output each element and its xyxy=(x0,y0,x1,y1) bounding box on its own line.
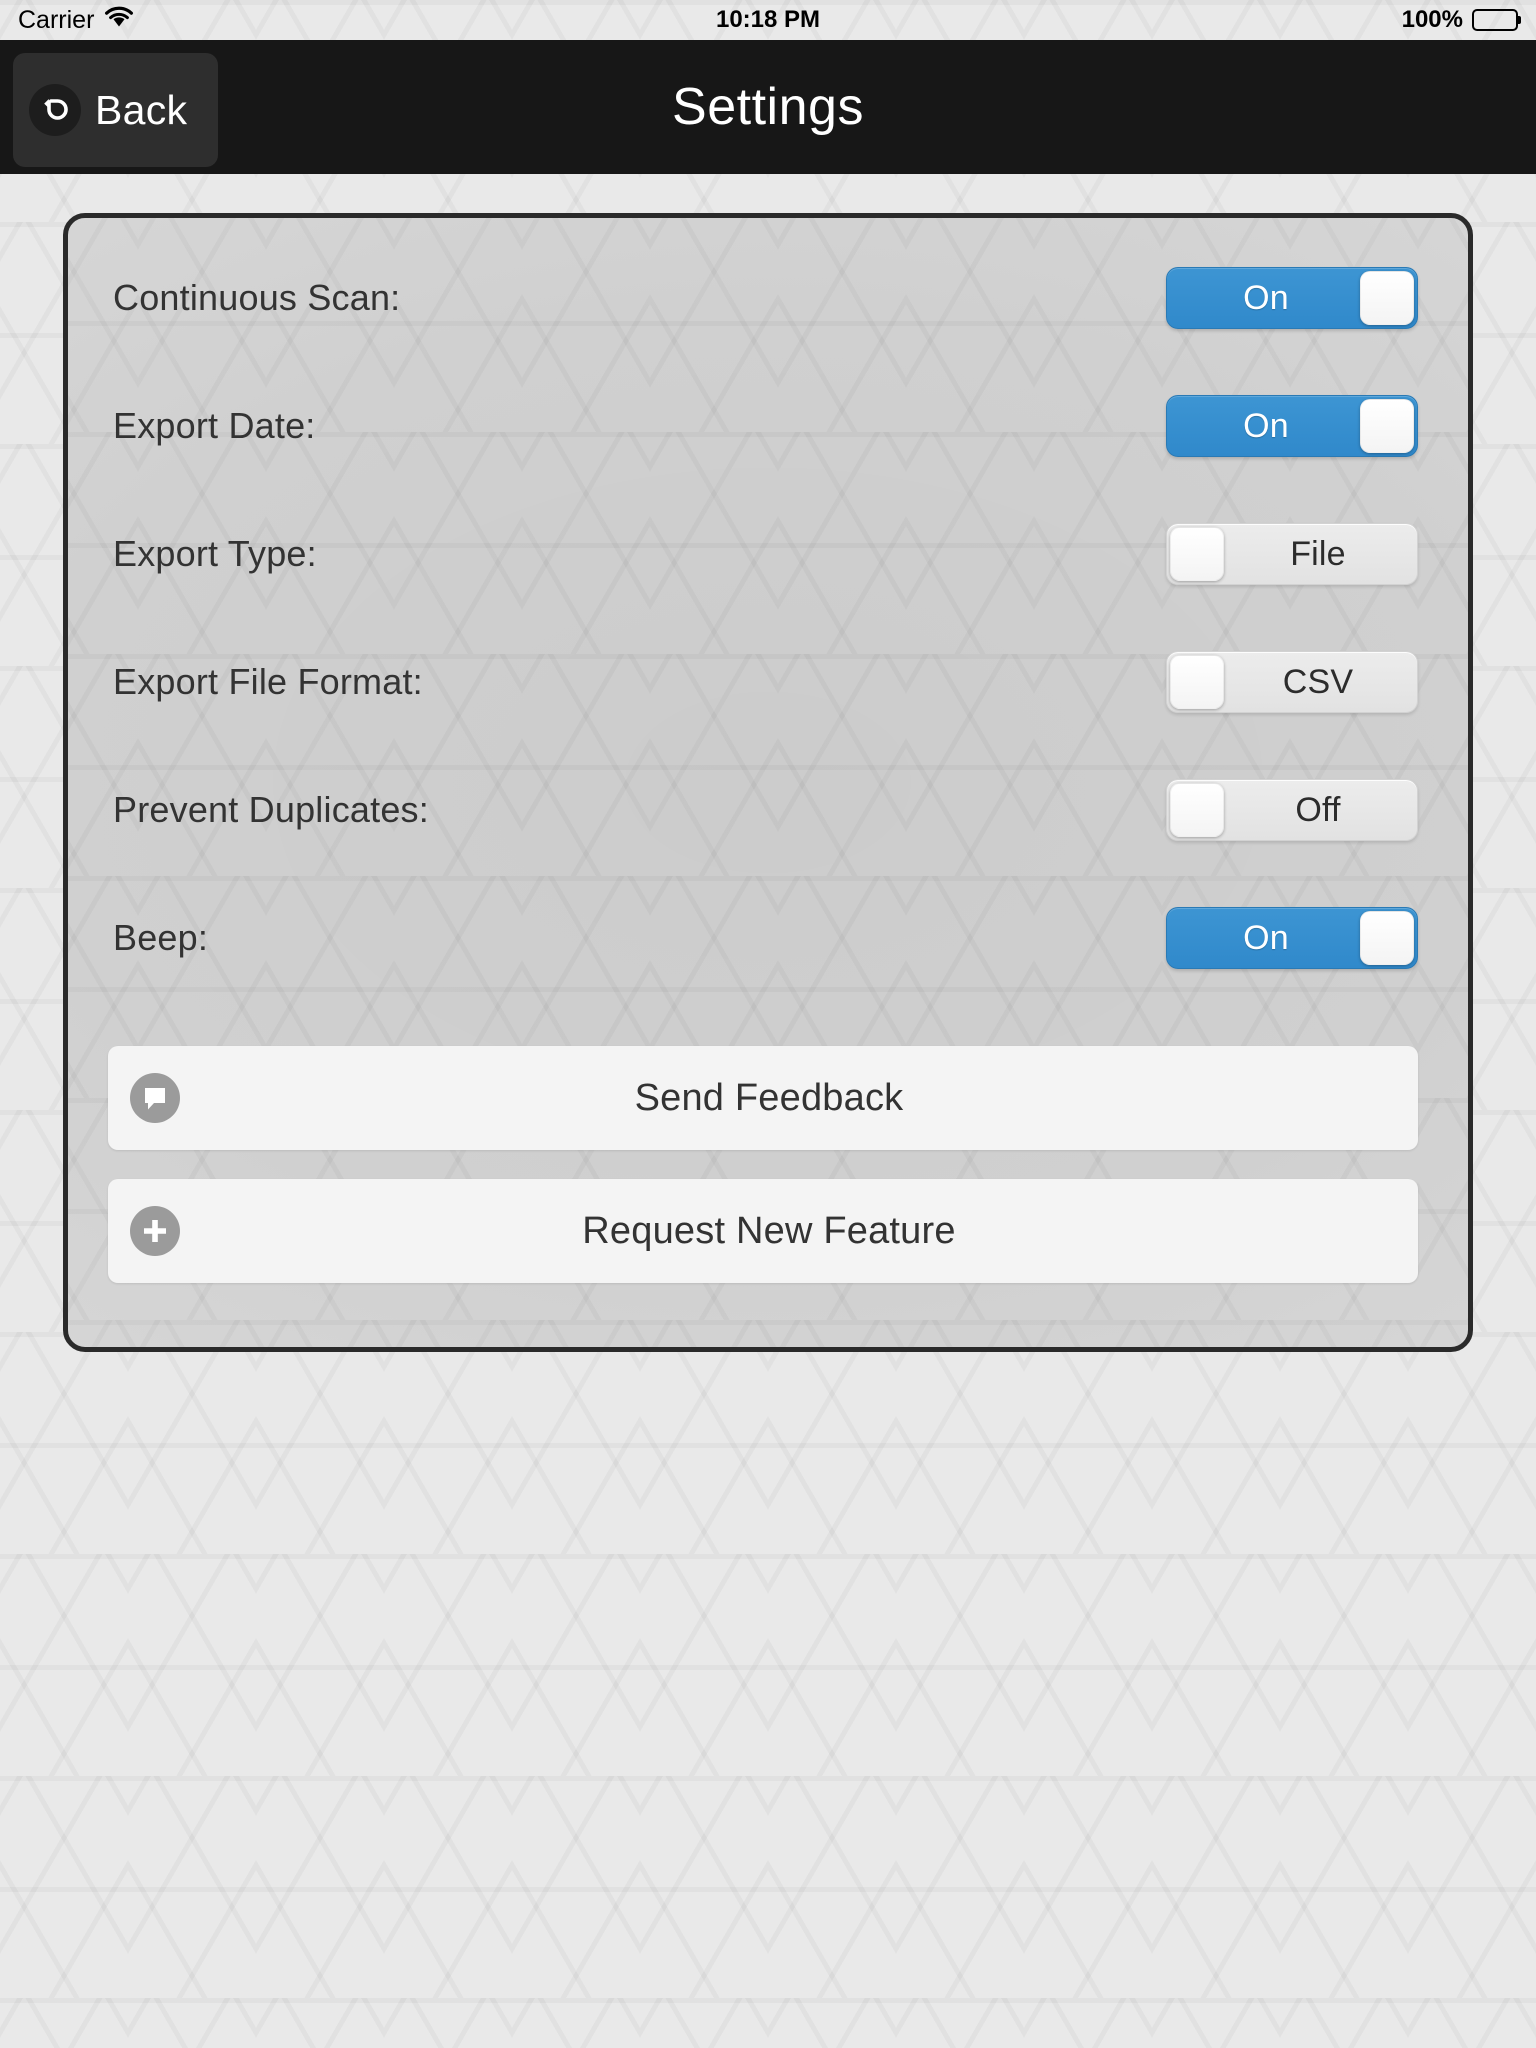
setting-row-prevent-duplicates: Prevent Duplicates: Off xyxy=(68,746,1468,874)
setting-label-export-type: Export Type: xyxy=(113,533,317,574)
toggle-value-export-date: On xyxy=(1243,406,1289,445)
send-feedback-label: Send Feedback xyxy=(634,1076,904,1119)
wifi-icon xyxy=(104,6,134,35)
speech-bubble-icon xyxy=(130,1073,180,1123)
setting-row-export-type: Export Type: File xyxy=(68,490,1468,618)
setting-row-export-date: Export Date: On xyxy=(68,362,1468,490)
status-bar-clock: 10:18 PM xyxy=(715,6,821,33)
setting-label-export-date: Export Date: xyxy=(113,405,316,446)
setting-label-beep: Beep: xyxy=(113,917,209,958)
toggle-value-beep: On xyxy=(1243,918,1289,957)
undo-arrow-icon xyxy=(29,84,81,136)
setting-label-export-file-format: Export File Format: xyxy=(113,661,423,702)
setting-row-continuous-scan: Continuous Scan: On xyxy=(68,234,1468,362)
setting-label-prevent-duplicates: Prevent Duplicates: xyxy=(113,789,429,830)
toggle-continuous-scan[interactable]: On xyxy=(1166,267,1418,329)
navigation-bar: Back Settings xyxy=(0,40,1536,174)
battery-full-icon xyxy=(1472,9,1518,31)
toggle-export-date[interactable]: On xyxy=(1166,395,1418,457)
status-bar-right: 100% xyxy=(820,6,1518,34)
toggle-value-export-file-format: CSV xyxy=(1282,662,1354,701)
toggle-beep[interactable]: On xyxy=(1166,907,1418,969)
send-feedback-button[interactable]: Send Feedback xyxy=(108,1046,1418,1150)
toggle-value-continuous-scan: On xyxy=(1243,278,1289,317)
back-button[interactable]: Back xyxy=(13,53,218,167)
plus-circle-icon xyxy=(130,1206,180,1256)
toggle-export-file-format[interactable]: CSV xyxy=(1166,651,1418,713)
toggle-knob[interactable] xyxy=(1360,399,1414,453)
toggle-value-prevent-duplicates: Off xyxy=(1295,790,1341,829)
request-new-feature-button[interactable]: Request New Feature xyxy=(108,1179,1418,1283)
battery-percent-label: 100% xyxy=(1401,6,1463,33)
toggle-knob[interactable] xyxy=(1360,911,1414,965)
setting-row-export-file-format: Export File Format: CSV xyxy=(68,618,1468,746)
status-bar-left: Carrier xyxy=(18,6,716,35)
carrier-label: Carrier xyxy=(18,5,95,34)
toggle-prevent-duplicates[interactable]: Off xyxy=(1166,779,1418,841)
toggle-knob[interactable] xyxy=(1170,655,1224,709)
toggle-value-export-type: File xyxy=(1290,534,1346,573)
toggle-knob[interactable] xyxy=(1360,271,1414,325)
toggle-export-type[interactable]: File xyxy=(1166,523,1418,585)
setting-row-beep: Beep: On xyxy=(68,874,1468,1002)
page-title: Settings xyxy=(672,78,864,136)
status-bar: Carrier 10:18 PM 100% xyxy=(0,0,1536,40)
back-button-label: Back xyxy=(95,86,188,133)
settings-panel: Continuous Scan: On Export Date: On Expo… xyxy=(63,213,1473,1352)
toggle-knob[interactable] xyxy=(1170,527,1224,581)
request-new-feature-label: Request New Feature xyxy=(582,1209,956,1252)
toggle-knob[interactable] xyxy=(1170,783,1224,837)
setting-label-continuous-scan: Continuous Scan: xyxy=(113,277,401,318)
settings-rows: Continuous Scan: On Export Date: On Expo… xyxy=(68,218,1468,1347)
